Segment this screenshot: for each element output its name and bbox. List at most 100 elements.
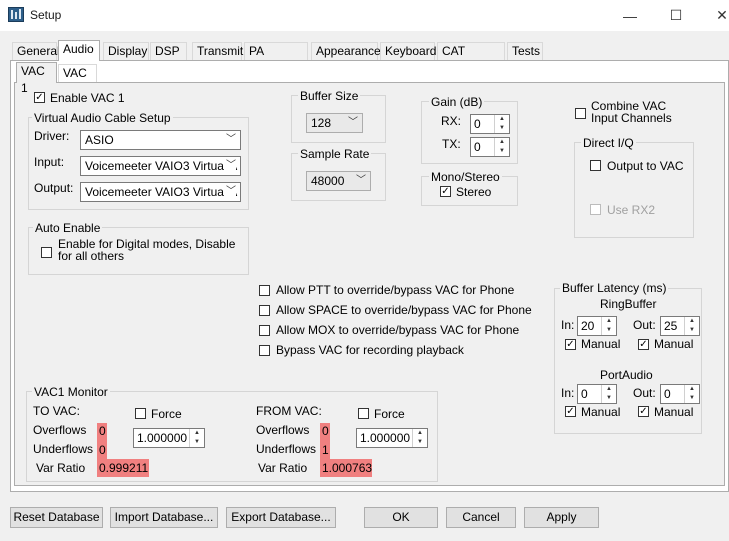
from-force-label: Force [374, 407, 405, 421]
spin-arrows-icon[interactable]: ▲ ▼ [494, 138, 509, 156]
port-in-stepper[interactable]: 0 ▲ ▼ [577, 384, 617, 404]
maximize-icon: ☐ [669, 7, 683, 23]
spin-arrows-icon[interactable]: ▲ ▼ [601, 385, 616, 403]
tab-pa-settings[interactable]: PA Settings [244, 42, 308, 75]
ok-button[interactable]: OK [364, 507, 438, 528]
tx-gain-value: 0 [474, 140, 481, 154]
tab-keyboard[interactable]: Keyboard [380, 42, 436, 60]
output-to-vac-checkbox[interactable] [590, 160, 601, 171]
port-in-manual-checkbox[interactable]: ✓ [565, 406, 576, 417]
to-force-checkbox[interactable] [135, 408, 146, 419]
input-select[interactable]: Voicemeeter VAIO3 Virtual A ﹀ [80, 156, 241, 176]
auto-enable-title: Auto Enable [33, 221, 103, 235]
from-underflows-label: Underflows [256, 442, 317, 456]
tx-gain-stepper[interactable]: 0 ▲ ▼ [470, 137, 510, 157]
stereo-checkbox[interactable]: ✓ [440, 186, 451, 197]
rx-gain-stepper[interactable]: 0 ▲ ▼ [470, 114, 510, 134]
driver-value: ASIO [85, 133, 114, 147]
tab-dsp[interactable]: DSP [150, 42, 187, 60]
combine-vac-label: Combine VAC Input Channels [591, 100, 672, 124]
output-select[interactable]: Voicemeeter VAIO3 Virtual A ﹀ [80, 182, 241, 202]
minimize-button[interactable]: — [607, 0, 653, 31]
stereo-label: Stereo [456, 185, 492, 199]
close-button[interactable]: ✕ [699, 0, 729, 31]
spin-arrows-icon[interactable]: ▲ ▼ [684, 317, 699, 335]
from-vac-label: FROM VAC: [256, 404, 322, 418]
app-icon [8, 7, 24, 22]
chevron-down-icon: ﹀ [224, 157, 236, 175]
tab-display[interactable]: Display [103, 42, 149, 60]
tab-general[interactable]: General [12, 42, 60, 60]
tab-tests[interactable]: Tests [507, 42, 543, 60]
ring-in-manual-label: Manual [581, 337, 621, 351]
port-out-stepper[interactable]: 0 ▲ ▼ [660, 384, 700, 404]
combine-vac-checkbox[interactable] [575, 108, 586, 119]
reset-database-button[interactable]: Reset Database [10, 507, 103, 528]
sample-rate-title: Sample Rate [298, 147, 372, 161]
maximize-button[interactable]: ☐ [653, 0, 699, 31]
tx-gain-label: TX: [442, 137, 461, 151]
use-rx2-checkbox[interactable] [590, 204, 601, 215]
tab-transmit[interactable]: Transmit [192, 42, 243, 60]
enable-vac1-checkbox[interactable]: ✓ [34, 92, 45, 103]
allow-ptt-checkbox[interactable] [259, 285, 270, 296]
subtab-vac1[interactable]: VAC 1 [16, 62, 57, 95]
apply-button[interactable]: Apply [524, 507, 599, 528]
port-out-value: 0 [664, 387, 671, 401]
allow-space-checkbox[interactable] [259, 305, 270, 316]
use-rx2-label: Use RX2 [607, 203, 656, 217]
ring-out-label: Out: [633, 318, 656, 332]
output-value: Voicemeeter VAIO3 Virtual A [85, 185, 238, 199]
tab-cat-control[interactable]: CAT Control [437, 42, 505, 75]
ringbuffer-title: RingBuffer [600, 297, 657, 311]
window-title: Setup [30, 8, 62, 22]
to-underflows-value: 0 [99, 443, 106, 457]
ring-in-manual-checkbox[interactable]: ✓ [565, 339, 576, 350]
port-out-manual-checkbox[interactable]: ✓ [638, 406, 649, 417]
to-force-stepper[interactable]: 1.000000 ▲ ▼ [133, 428, 205, 448]
spin-arrows-icon[interactable]: ▲ ▼ [684, 385, 699, 403]
buffer-size-select[interactable]: 128 ﹀ [306, 113, 363, 133]
allow-space-label: Allow SPACE to override/bypass VAC for P… [276, 303, 532, 317]
enable-vac1-label: Enable VAC 1 [50, 91, 125, 105]
spin-arrows-icon[interactable]: ▲ ▼ [189, 429, 204, 447]
chevron-down-icon: ﹀ [224, 183, 236, 201]
buffer-size-value: 128 [311, 116, 332, 130]
subtab-vac2[interactable]: VAC 2 [58, 64, 97, 97]
ring-in-stepper[interactable]: 20 ▲ ▼ [577, 316, 617, 336]
to-overflows-value: 0 [99, 424, 106, 438]
tab-audio[interactable]: Audio [58, 40, 100, 61]
bypass-vac-label: Bypass VAC for recording playback [276, 343, 464, 357]
bypass-vac-checkbox[interactable] [259, 345, 270, 356]
auto-enable-checkbox[interactable] [41, 247, 52, 258]
port-out-manual-label: Manual [654, 405, 694, 419]
vac1-monitor-title: VAC1 Monitor [32, 385, 110, 399]
ring-out-manual-label: Manual [654, 337, 694, 351]
allow-mox-checkbox[interactable] [259, 325, 270, 336]
ring-out-stepper[interactable]: 25 ▲ ▼ [660, 316, 700, 336]
from-force-value: 1.000000 [360, 431, 411, 445]
from-force-stepper[interactable]: 1.000000 ▲ ▼ [356, 428, 428, 448]
cancel-button[interactable]: Cancel [446, 507, 516, 528]
buffer-size-title: Buffer Size [298, 89, 361, 103]
export-database-button[interactable]: Export Database... [226, 507, 336, 528]
from-force-checkbox[interactable] [358, 408, 369, 419]
buffer-latency-title: Buffer Latency (ms) [560, 281, 669, 295]
to-vac-label: TO VAC: [33, 404, 80, 418]
tab-appearance[interactable]: Appearance [311, 42, 381, 60]
rx-gain-label: RX: [441, 114, 462, 128]
chevron-down-icon: ﹀ [226, 134, 236, 145]
spin-arrows-icon[interactable]: ▲ ▼ [601, 317, 616, 335]
ring-out-manual-checkbox[interactable]: ✓ [638, 339, 649, 350]
spin-arrows-icon[interactable]: ▲ ▼ [494, 115, 509, 133]
import-database-button[interactable]: Import Database... [110, 507, 218, 528]
port-in-value: 0 [581, 387, 588, 401]
spin-arrows-icon[interactable]: ▲ ▼ [412, 429, 427, 447]
to-var-ratio-label: Var Ratio [36, 461, 86, 475]
from-overflows-value: 0 [322, 424, 329, 438]
rx-gain-value: 0 [474, 117, 481, 131]
driver-select[interactable]: ASIO ﹀ [80, 130, 241, 150]
sample-rate-select[interactable]: 48000 ﹀ [306, 171, 371, 191]
driver-label: Driver: [34, 129, 70, 143]
ring-in-label: In: [561, 318, 575, 332]
